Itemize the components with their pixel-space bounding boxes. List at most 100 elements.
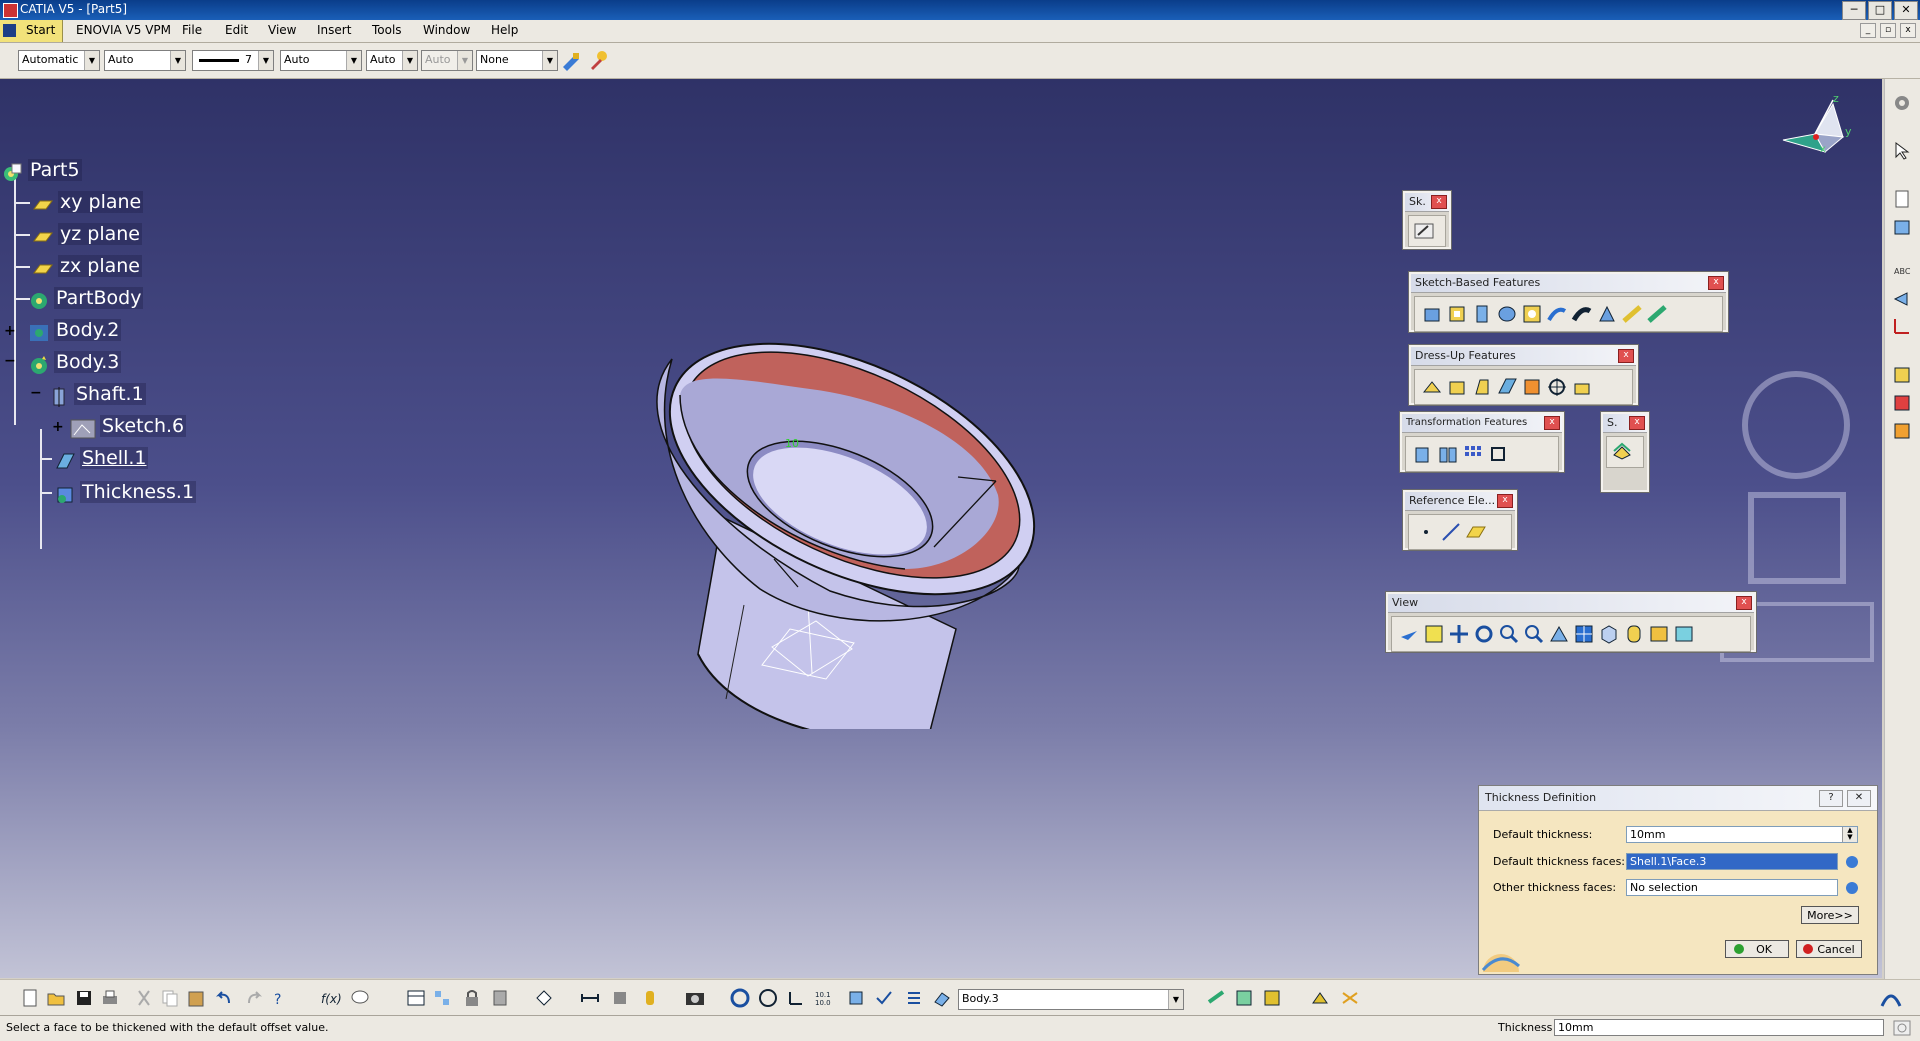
tools-icon[interactable]	[490, 988, 510, 1008]
knowledge-icon[interactable]	[1206, 988, 1226, 1008]
analysis-icon[interactable]	[1892, 365, 1912, 385]
scaling-icon[interactable]	[1487, 443, 1509, 465]
pocket-icon[interactable]	[1446, 303, 1468, 325]
menu-tools[interactable]: Tools	[372, 23, 402, 37]
color-combo[interactable]: Automatic ▼	[18, 50, 100, 71]
catalog-icon[interactable]	[432, 988, 452, 1008]
print-icon[interactable]	[100, 988, 120, 1008]
close-icon[interactable]: x	[1736, 596, 1752, 610]
power-input[interactable]: 10mm	[1554, 1019, 1884, 1036]
remove-face-icon[interactable]	[1571, 376, 1593, 398]
dress-up-features-toolbar[interactable]: Dress-Up Features x	[1408, 344, 1639, 406]
dialog-close-button[interactable]: ✕	[1847, 790, 1871, 807]
view-toolbar[interactable]: View x	[1385, 591, 1757, 653]
tree-node-part5[interactable]: Part5	[2, 159, 82, 183]
zoom-in-icon[interactable]	[1498, 623, 1520, 645]
minimize-button[interactable]: ─	[1842, 1, 1866, 20]
hand-icon[interactable]	[758, 988, 778, 1008]
open-icon[interactable]	[46, 988, 66, 1008]
wireframe-icon[interactable]	[1340, 988, 1360, 1008]
tree-node-body3[interactable]: − Body.3	[4, 351, 122, 375]
3d-viewport[interactable]: z y x 10 Part5 xy plane yz plane zx plan…	[0, 79, 1882, 978]
fly-mode-icon[interactable]	[1398, 623, 1420, 645]
stiffener-icon[interactable]	[1596, 303, 1618, 325]
expand-icon[interactable]: +	[52, 419, 64, 435]
tree-node-zx-plane[interactable]: zx plane	[14, 255, 142, 279]
close-icon[interactable]: x	[1497, 494, 1513, 508]
cancel-button[interactable]: Cancel	[1796, 940, 1862, 958]
formula-icon[interactable]: f(x)	[320, 988, 342, 1008]
menu-enovia[interactable]: ENOVIA V5 VPM	[76, 23, 171, 37]
thread-icon[interactable]	[1546, 376, 1568, 398]
draft-icon[interactable]	[1471, 376, 1493, 398]
whats-this-icon[interactable]: ?	[272, 988, 292, 1008]
other-faces-field[interactable]: No selection	[1626, 879, 1838, 896]
menu-help[interactable]: Help	[491, 23, 518, 37]
ok-button[interactable]: OK	[1725, 940, 1789, 958]
collapse-icon[interactable]: −	[30, 385, 42, 401]
properties-brush-icon[interactable]	[588, 49, 610, 71]
menu-file[interactable]: File	[182, 23, 202, 37]
menu-edit[interactable]: Edit	[225, 23, 248, 37]
hybrid-shape-icon[interactable]	[730, 988, 750, 1008]
normal-view-icon[interactable]	[1548, 623, 1570, 645]
slot-icon[interactable]	[1571, 303, 1593, 325]
remove-loft-icon[interactable]	[1646, 303, 1668, 325]
cut-icon[interactable]	[134, 988, 154, 1008]
swap-space-icon[interactable]	[1673, 623, 1695, 645]
doc-minimize-button[interactable]: _	[1860, 23, 1876, 38]
iso-view-icon[interactable]	[1598, 623, 1620, 645]
tree-node-xy-plane[interactable]: xy plane	[14, 191, 144, 215]
list-icon[interactable]	[904, 988, 924, 1008]
menu-window[interactable]: Window	[423, 23, 470, 37]
mirror-icon[interactable]	[1437, 443, 1459, 465]
close-icon[interactable]: x	[1708, 276, 1724, 290]
default-thickness-input[interactable]: 10mm ▲ ▼	[1626, 826, 1858, 843]
menu-insert[interactable]: Insert	[317, 23, 351, 37]
selection-list-icon[interactable]	[1843, 879, 1861, 896]
selection-list-icon[interactable]	[1843, 853, 1861, 870]
inertia-icon[interactable]	[1892, 421, 1912, 441]
sketcher-toolbar[interactable]: Sk. x	[1402, 190, 1452, 250]
more-button[interactable]: More>>	[1801, 906, 1859, 924]
point-icon[interactable]	[1415, 521, 1437, 543]
copy-icon[interactable]	[160, 988, 180, 1008]
thickness-icon[interactable]	[1521, 376, 1543, 398]
page-icon[interactable]	[1892, 189, 1912, 209]
close-icon[interactable]: x	[1618, 349, 1634, 363]
box-icon[interactable]	[1892, 217, 1912, 237]
menu-view[interactable]: View	[268, 23, 296, 37]
close-icon[interactable]: x	[1544, 416, 1560, 430]
transformation-features-toolbar[interactable]: Transformation Features x	[1399, 411, 1565, 473]
stop-icon[interactable]	[1892, 1019, 1912, 1037]
tree-node-thickness1[interactable]: Thickness.1	[40, 481, 197, 505]
line-icon[interactable]	[1440, 521, 1462, 543]
surface-icon[interactable]	[1611, 441, 1633, 463]
multi-view-icon[interactable]	[1573, 623, 1595, 645]
tree-node-sketch6[interactable]: + Sketch.6	[52, 415, 187, 439]
doc-close-button[interactable]: x	[1900, 23, 1916, 38]
shaft-icon[interactable]	[1471, 303, 1493, 325]
hole-icon[interactable]	[1521, 303, 1543, 325]
work-object-icon[interactable]	[932, 988, 952, 1008]
measure-icon[interactable]	[1892, 393, 1912, 413]
line-weight-combo[interactable]: 7 ▼	[192, 50, 274, 71]
compass-icon[interactable]: z y x	[1775, 92, 1855, 172]
hide-show-icon[interactable]	[1648, 623, 1670, 645]
point-combo[interactable]: Auto ▼	[366, 50, 418, 71]
help-button[interactable]: ?	[1819, 790, 1843, 807]
tree-node-shell1[interactable]: Shell.1	[40, 447, 149, 471]
painter-icon[interactable]	[561, 51, 583, 71]
reference-elements-toolbar[interactable]: Reference Ele... x	[1402, 489, 1518, 551]
spinner-icon[interactable]: ▲ ▼	[1842, 827, 1857, 842]
tree-node-yz-plane[interactable]: yz plane	[14, 223, 142, 247]
select-arrow-icon[interactable]	[1892, 141, 1912, 161]
sheet-metal-icon[interactable]	[1310, 988, 1330, 1008]
sketch-based-features-toolbar[interactable]: Sketch-Based Features x	[1408, 271, 1729, 333]
close-icon[interactable]: x	[1629, 416, 1645, 430]
maximize-button[interactable]: □	[1868, 1, 1892, 20]
abc-icon[interactable]: ABC	[1892, 261, 1912, 281]
close-button[interactable]: ✕	[1894, 1, 1918, 20]
chamfer-icon[interactable]	[1446, 376, 1468, 398]
loft-icon[interactable]	[1621, 303, 1643, 325]
